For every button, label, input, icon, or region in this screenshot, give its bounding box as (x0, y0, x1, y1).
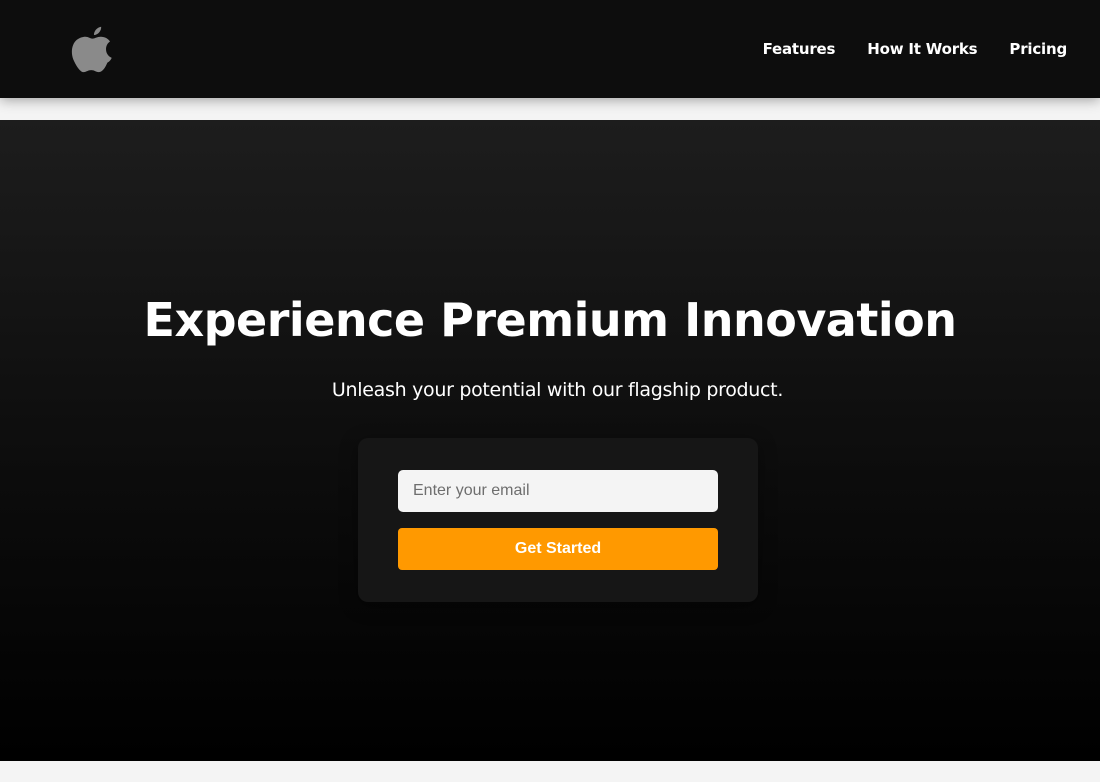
email-input[interactable] (398, 470, 718, 512)
page-bottom-strip (0, 761, 1100, 782)
signup-form: Get Started (358, 438, 758, 602)
nav-link-pricing[interactable]: Pricing (1009, 40, 1067, 58)
hero-section: Experience Premium Innovation Unleash yo… (0, 120, 1100, 761)
site-header: Features How It Works Pricing (0, 0, 1100, 98)
apple-logo-icon[interactable] (71, 24, 114, 74)
main-nav: Features How It Works Pricing (763, 0, 1068, 98)
nav-link-how-it-works[interactable]: How It Works (867, 40, 977, 58)
get-started-button[interactable]: Get Started (398, 528, 718, 570)
nav-link-features[interactable]: Features (763, 40, 836, 58)
hero-subtitle: Unleash your potential with our flagship… (331, 379, 784, 401)
hero-title: Experience Premium Innovation (143, 293, 957, 347)
